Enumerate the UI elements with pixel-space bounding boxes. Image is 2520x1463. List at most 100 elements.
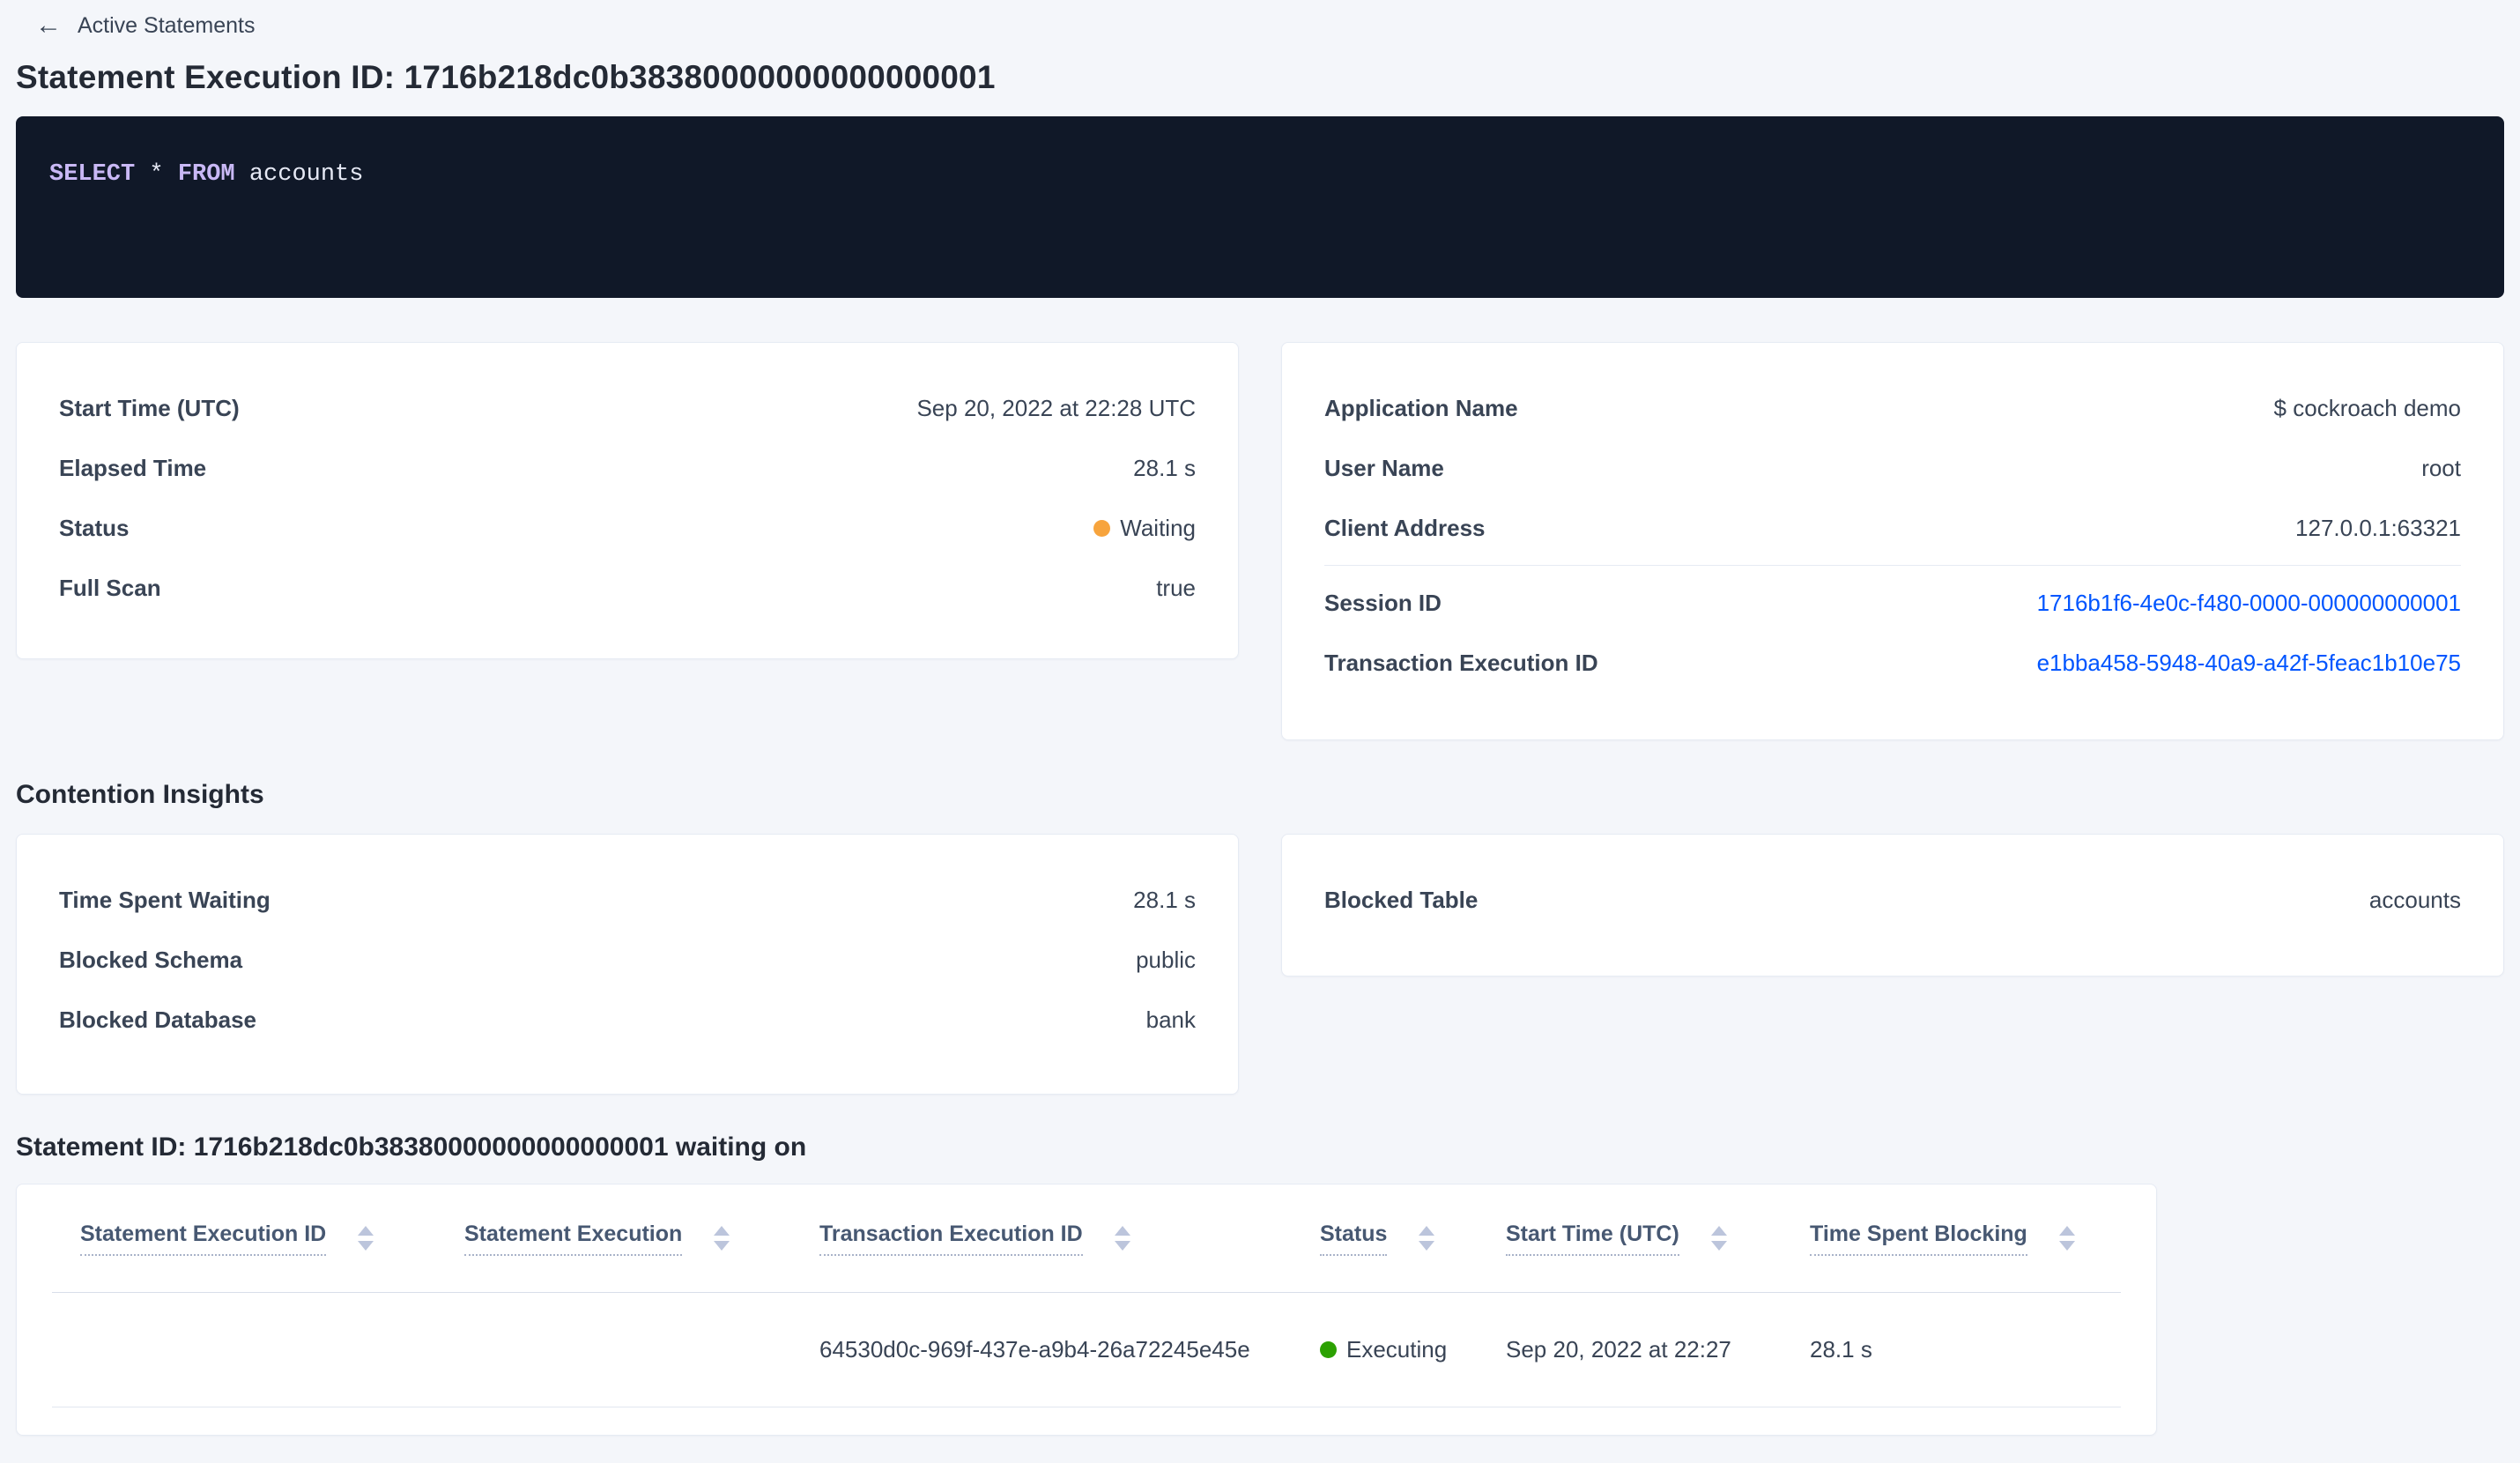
transaction-execution-id-link[interactable]: e1bba458-5948-40a9-a42f-5feac1b10e75 xyxy=(2037,650,2461,677)
time-spent-waiting-label: Time Spent Waiting xyxy=(59,886,271,913)
sort-ascending-icon xyxy=(714,1226,730,1236)
sort-ascending-icon xyxy=(2058,1226,2075,1236)
sort-icon xyxy=(1419,1226,1435,1251)
start-time-label: Start Time (UTC) xyxy=(59,394,240,421)
sql-table-name: accounts xyxy=(248,161,364,188)
time-spent-waiting-row: Time Spent Waiting 28.1 s xyxy=(59,870,1196,930)
transaction-execution-id-row: Transaction Execution ID e1bba458-5948-4… xyxy=(1324,633,2461,693)
column-header-label: Statement Execution ID xyxy=(80,1222,327,1256)
blocked-table-row: Blocked Table accounts xyxy=(1324,870,2461,930)
column-header-transaction-execution-id[interactable]: Transaction Execution ID xyxy=(819,1222,1320,1256)
session-card-divider xyxy=(1324,565,2461,566)
status-waiting-dot-icon xyxy=(1093,519,1111,537)
blocked-database-row: Blocked Database bank xyxy=(59,990,1196,1050)
full-scan-label: Full Scan xyxy=(59,574,161,601)
overview-cards-row: Start Time (UTC) Sep 20, 2022 at 22:28 U… xyxy=(16,342,2504,740)
full-scan-value: true xyxy=(1156,574,1196,601)
sql-keyword-from: FROM xyxy=(177,161,235,188)
time-spent-waiting-value: 28.1 s xyxy=(1133,886,1196,913)
user-name-value: root xyxy=(2421,454,2461,481)
sort-icon xyxy=(714,1226,730,1251)
application-name-label: Application Name xyxy=(1324,394,1518,421)
cell-transaction-execution-id: 64530d0c-969f-437e-a9b4-26a72245e45e xyxy=(819,1336,1250,1363)
sort-icon xyxy=(1114,1226,1130,1251)
sort-descending-icon xyxy=(714,1241,730,1251)
executing-status-group: Executing xyxy=(1320,1336,1447,1363)
application-name-value: $ cockroach demo xyxy=(2273,394,2461,421)
status-executing-dot-icon xyxy=(1320,1341,1337,1358)
column-header-label: Transaction Execution ID xyxy=(819,1222,1083,1256)
column-header-label: Status xyxy=(1320,1222,1388,1256)
sort-icon xyxy=(358,1226,374,1251)
blocked-schema-row: Blocked Schema public xyxy=(59,930,1196,990)
back-link-label: Active Statements xyxy=(78,12,256,38)
column-header-statement-execution-id[interactable]: Statement Execution ID xyxy=(52,1222,464,1256)
client-address-row: Client Address 127.0.0.1:63321 xyxy=(1324,498,2461,558)
blocked-database-label: Blocked Database xyxy=(59,1006,256,1033)
sort-ascending-icon xyxy=(1710,1226,1727,1236)
client-address-value: 127.0.0.1:63321 xyxy=(2295,514,2461,541)
application-name-row: Application Name $ cockroach demo xyxy=(1324,378,2461,438)
sort-icon xyxy=(1710,1226,1727,1251)
sort-ascending-icon xyxy=(1419,1226,1435,1236)
contention-card: Time Spent Waiting 28.1 s Blocked Schema… xyxy=(16,834,1239,1095)
sort-descending-icon xyxy=(1114,1241,1130,1251)
session-card: Application Name $ cockroach demo User N… xyxy=(1281,342,2504,740)
elapsed-time-row: Elapsed Time 28.1 s xyxy=(59,438,1196,498)
sort-descending-icon xyxy=(358,1241,374,1251)
waiting-on-table-row: 64530d0c-969f-437e-a9b4-26a72245e45e Exe… xyxy=(52,1293,2121,1407)
waiting-on-heading: Statement ID: 1716b218dc0b38380000000000… xyxy=(16,1133,807,1162)
column-header-time-spent-blocking[interactable]: Time Spent Blocking xyxy=(1810,1222,2123,1256)
sort-descending-icon xyxy=(1419,1241,1435,1251)
waiting-on-table-header: Statement Execution ID Statement Executi… xyxy=(52,1185,2121,1293)
status-label: Status xyxy=(59,514,130,541)
status-value-group: Waiting xyxy=(1093,515,1196,542)
column-header-label: Start Time (UTC) xyxy=(1506,1222,1679,1256)
sort-ascending-icon xyxy=(1114,1226,1130,1236)
blocked-table-label: Blocked Table xyxy=(1324,886,1479,913)
elapsed-time-label: Elapsed Time xyxy=(59,454,207,481)
contention-cards-row: Time Spent Waiting 28.1 s Blocked Schema… xyxy=(16,834,2504,1095)
blocked-schema-label: Blocked Schema xyxy=(59,946,243,973)
blocked-table-value: accounts xyxy=(2368,886,2461,913)
elapsed-time-value: 28.1 s xyxy=(1133,454,1196,481)
client-address-label: Client Address xyxy=(1324,514,1486,541)
cell-status: Executing xyxy=(1320,1336,1506,1363)
cell-time-spent-blocking: 28.1 s xyxy=(1810,1336,1872,1363)
page-title: Statement Execution ID: 1716b218dc0b3838… xyxy=(16,59,996,95)
sort-descending-icon xyxy=(1710,1241,1727,1251)
waiting-on-table-card: Statement Execution ID Statement Executi… xyxy=(16,1184,2157,1436)
column-header-status[interactable]: Status xyxy=(1320,1222,1506,1256)
sql-keyword-select: SELECT xyxy=(49,161,136,188)
blocked-database-value: bank xyxy=(1145,1006,1196,1033)
blocked-table-card: Blocked Table accounts xyxy=(1281,834,2504,977)
column-header-statement-execution[interactable]: Statement Execution xyxy=(464,1222,819,1256)
sql-statement-box: SELECT * FROM accounts xyxy=(16,116,2504,298)
user-name-row: User Name root xyxy=(1324,438,2461,498)
status-row: Status Waiting xyxy=(59,498,1196,558)
overview-card: Start Time (UTC) Sep 20, 2022 at 22:28 U… xyxy=(16,342,1239,659)
cell-start-time: Sep 20, 2022 at 22:27 xyxy=(1506,1336,1731,1363)
back-arrow-icon: ← xyxy=(35,11,62,40)
transaction-execution-id-label: Transaction Execution ID xyxy=(1324,649,1598,676)
blocked-schema-value: public xyxy=(1136,946,1196,973)
executing-status-value: Executing xyxy=(1346,1336,1448,1363)
statement-execution-details-page: ← Active Statements Statement Execution … xyxy=(0,9,2520,1463)
sort-icon xyxy=(2058,1226,2075,1251)
status-value: Waiting xyxy=(1120,514,1196,541)
session-id-label: Session ID xyxy=(1324,589,1442,616)
contention-insights-heading: Contention Insights xyxy=(16,780,264,809)
sort-ascending-icon xyxy=(358,1226,374,1236)
full-scan-row: Full Scan true xyxy=(59,558,1196,618)
column-header-start-time[interactable]: Start Time (UTC) xyxy=(1506,1222,1810,1256)
start-time-value: Sep 20, 2022 at 22:28 UTC xyxy=(916,394,1196,421)
column-header-label: Statement Execution xyxy=(464,1222,683,1256)
sort-descending-icon xyxy=(2058,1241,2075,1251)
column-header-label: Time Spent Blocking xyxy=(1810,1222,2027,1256)
session-id-link[interactable]: 1716b1f6-4e0c-f480-0000-000000000001 xyxy=(2037,590,2461,617)
session-id-row: Session ID 1716b1f6-4e0c-f480-0000-00000… xyxy=(1324,573,2461,633)
start-time-row: Start Time (UTC) Sep 20, 2022 at 22:28 U… xyxy=(59,378,1196,438)
user-name-label: User Name xyxy=(1324,454,1444,481)
back-link[interactable]: ← Active Statements xyxy=(35,9,2520,42)
sql-star: * xyxy=(149,161,164,188)
